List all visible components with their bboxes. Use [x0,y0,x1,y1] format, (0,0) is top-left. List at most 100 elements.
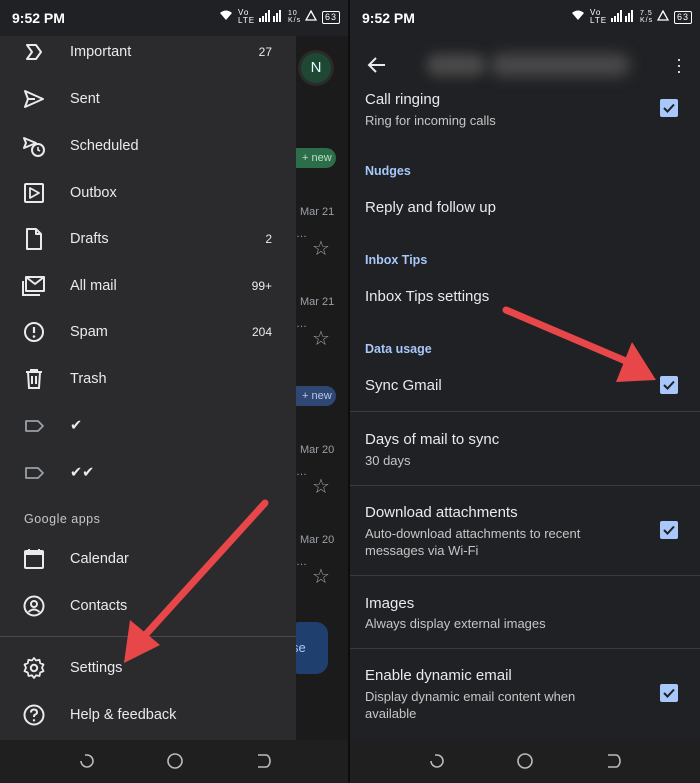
star-icon[interactable]: ☆ [312,236,330,261]
download-attachments-checkbox[interactable] [660,521,678,539]
important-icon [22,40,46,64]
schedule-icon [22,134,46,158]
call-ringing-checkbox[interactable] [660,99,678,117]
spam-icon [22,320,46,344]
send-icon [22,87,46,111]
label-icon [22,414,46,438]
call-ringing-subtitle: Ring for incoming calls [365,113,496,128]
alarm-icon [304,9,318,24]
label-icon [22,461,46,485]
email-date: Mar 20 [300,444,335,456]
net-speed: 7.5 K/s [639,10,654,24]
star-icon[interactable]: ☆ [312,326,330,351]
days-to-sync-value: 30 days [365,453,411,468]
system-nav-bar [350,740,700,783]
drawer-item-help[interactable]: Help & feedback [0,695,296,735]
battery-indicator: 63 [321,10,340,24]
email-snippet: … [296,556,307,568]
email-date: Mar 20 [300,534,335,546]
dynamic-email-checkbox[interactable] [660,684,678,702]
email-snippet: … [296,228,307,240]
back-arrow-icon[interactable] [366,54,388,76]
images-subtitle: Always display external images [365,616,546,631]
email-snippet: … [296,466,307,478]
back-nav-icon[interactable] [604,752,622,770]
drawer-item-drafts[interactable]: Drafts 2 [0,219,296,259]
divider [0,636,296,637]
divider [350,411,700,412]
system-nav-bar [0,740,348,783]
home-icon[interactable] [166,752,184,770]
divider [350,648,700,649]
draft-icon [22,227,46,251]
call-ringing-title: Call ringing [365,91,441,108]
category-nudges: Nudges [365,164,411,178]
drawer-item-scheduled[interactable]: Scheduled [0,126,296,166]
divider [350,575,700,576]
download-attachments-subtitle: Auto-download attachments to recent mess… [365,526,581,558]
home-icon[interactable] [516,752,534,770]
blurred-account-email [490,54,630,76]
drawer-item-trash[interactable]: Trash [0,359,296,399]
images-title[interactable]: Images [365,595,414,612]
category-data-usage: Data usage [365,342,432,356]
drawer-item-calendar[interactable]: Calendar [0,539,296,579]
inbox-tips-setting[interactable]: Inbox Tips settings [365,288,489,305]
avatar[interactable]: N [298,50,334,86]
category-inbox-tips: Inbox Tips [365,253,428,267]
all-mail-icon [22,274,46,298]
status-bar: 9:52 PM Vo LTE 7.5 K/s 63 [350,0,700,36]
dynamic-email-subtitle: Display dynamic email content when avail… [365,689,576,721]
net-speed: 10 K/s [287,10,302,24]
calendar-icon [22,547,46,571]
new-chip: + new [296,386,336,406]
drawer-item-all-mail[interactable]: All mail 99+ [0,266,296,306]
drawer-item-spam[interactable]: Spam 204 [0,312,296,352]
nudges-setting[interactable]: Reply and follow up [365,199,496,216]
recents-icon[interactable] [78,752,96,770]
trash-icon [22,367,46,391]
divider [350,485,700,486]
wifi-icon [571,10,585,24]
settings-app-bar: · · · [350,36,700,94]
days-to-sync-title[interactable]: Days of mail to sync [365,431,499,448]
drawer-item-sent[interactable]: Sent [0,79,296,119]
drawer-item-settings[interactable]: Settings [0,648,296,688]
star-icon[interactable]: ☆ [312,474,330,499]
outbox-icon [22,181,46,205]
status-time: 9:52 PM [12,10,65,26]
recents-icon[interactable] [428,752,446,770]
inbox-background: N + new Mar 21 … ☆ Mar 21 … ☆ + new Mar … [296,36,348,740]
drawer-item-important[interactable]: Important 27 [0,32,296,72]
left-screen: 9:52 PM Vo LTE 10 K/s 63 N + new Mar 21 … [0,0,348,783]
contacts-icon [22,594,46,618]
gear-icon [22,656,46,680]
email-date: Mar 21 [300,206,335,218]
email-date: Mar 21 [300,296,335,308]
drawer-item-label-double-check[interactable]: ✔✔ [0,453,296,493]
wifi-icon [219,10,233,24]
back-nav-icon[interactable] [254,752,272,770]
new-chip: + new [296,148,336,168]
battery-indicator: 63 [673,10,692,24]
lte-label: Vo LTE [237,8,256,25]
help-icon [22,703,46,727]
download-attachments-title: Download attachments [365,504,518,521]
alarm-icon [656,9,670,24]
more-options-icon[interactable]: · · · [676,50,682,80]
drawer-item-outbox[interactable]: Outbox [0,173,296,213]
signal-icon [258,9,283,25]
signal-icon [610,9,635,25]
drawer-item-label-check[interactable]: ✔ [0,406,296,446]
email-snippet: … [296,318,307,330]
star-icon[interactable]: ☆ [312,564,330,589]
navigation-drawer: Important 27 Sent Scheduled Outbox Draft… [0,36,296,740]
compose-button[interactable]: se [296,622,328,674]
drawer-item-contacts[interactable]: Contacts [0,586,296,626]
blurred-account-name [426,54,486,76]
dynamic-email-title: Enable dynamic email [365,667,512,684]
section-google-apps: Google apps [24,512,101,526]
sync-gmail-title: Sync Gmail [365,377,442,394]
sync-gmail-checkbox[interactable] [660,376,678,394]
annotation-arrow [502,306,656,382]
